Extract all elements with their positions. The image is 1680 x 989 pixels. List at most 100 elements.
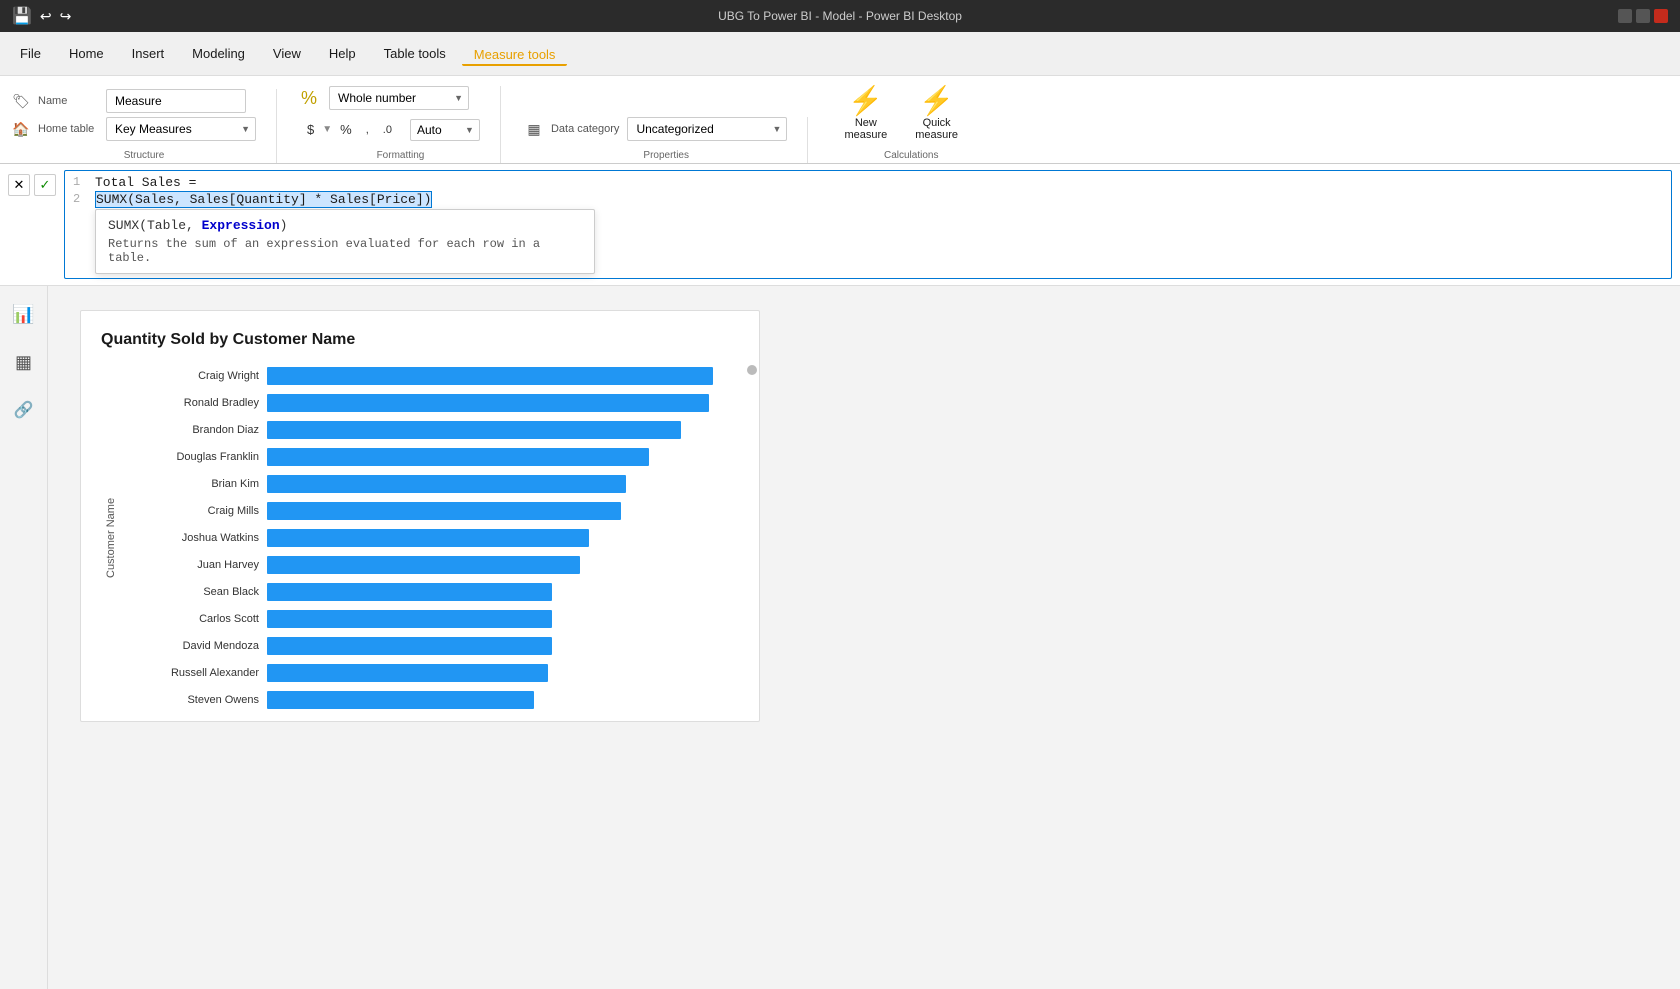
minimize-btn[interactable]	[1618, 9, 1632, 23]
redo-icon[interactable]: ↪	[60, 8, 72, 25]
bar-label: Ronald Bradley	[129, 397, 259, 409]
chart-container: Quantity Sold by Customer Name Customer …	[80, 310, 760, 722]
menu-home[interactable]: Home	[57, 40, 116, 67]
quick-measure-button[interactable]: ⚡ Quickmeasure	[903, 83, 970, 145]
data-category-icon: ▦	[525, 120, 543, 138]
menu-table-tools[interactable]: Table tools	[372, 40, 458, 67]
home-table-icon: 🏠	[12, 120, 30, 138]
bar-label: David Mendoza	[129, 640, 259, 652]
home-table-select-wrap: Key Measures	[106, 117, 256, 141]
bar-label: Douglas Franklin	[129, 451, 259, 463]
bar-track	[267, 583, 727, 601]
formula-highlighted-text: SUMX(Sales, Sales[Quantity] * Sales[Pric…	[95, 191, 432, 208]
structure-label: Structure	[12, 150, 276, 161]
dollar-dropdown[interactable]: ▼	[322, 124, 332, 135]
bar-track	[267, 448, 727, 466]
ribbon-group-properties: ▦ Data category Uncategorized Properties	[525, 117, 808, 163]
name-input[interactable]	[106, 89, 246, 113]
new-measure-icon: ⚡	[848, 87, 883, 115]
main-area: 📊 ▦ 🔗 Quantity Sold by Customer Name Cus…	[0, 286, 1680, 989]
autocomplete-desc: Returns the sum of an expression evaluat…	[108, 237, 582, 265]
bar-fill[interactable]	[267, 448, 649, 466]
data-category-label: Data category	[551, 123, 619, 135]
chart-bar-row: Russell Alexander	[129, 662, 727, 684]
left-panel: 📊 ▦ 🔗	[0, 286, 48, 989]
formula-confirm-btn[interactable]: ✓	[34, 174, 56, 196]
chart-bar-row: Brandon Diaz	[129, 419, 727, 441]
y-axis-label: Customer Name	[101, 365, 121, 711]
maximize-btn[interactable]	[1636, 9, 1650, 23]
chart-bar-row: Steven Owens	[129, 689, 727, 711]
bar-fill[interactable]	[267, 610, 552, 628]
bar-label: Brandon Diaz	[129, 424, 259, 436]
menu-modeling[interactable]: Modeling	[180, 40, 257, 67]
dollar-button[interactable]: $	[301, 118, 320, 141]
bar-fill[interactable]	[267, 637, 552, 655]
bar-fill[interactable]	[267, 583, 552, 601]
chart-bar-row: Craig Wright	[129, 365, 727, 387]
bar-fill[interactable]	[267, 556, 580, 574]
bar-track	[267, 394, 727, 412]
scrollbar-track	[727, 365, 739, 711]
quick-measure-icon: ⚡	[919, 87, 954, 115]
calculations-label: Calculations	[832, 150, 990, 161]
formula-editor[interactable]: 1 Total Sales = 2 SUMX(Sales, Sales[Quan…	[64, 170, 1672, 279]
save-icon[interactable]: 💾	[12, 6, 32, 26]
data-category-select[interactable]: Uncategorized	[627, 117, 787, 141]
left-panel-chart-icon[interactable]: 📊	[8, 298, 40, 330]
bar-track	[267, 475, 727, 493]
ribbon-group-formatting: % Whole number Decimal number Currency P…	[301, 86, 501, 163]
bar-fill[interactable]	[267, 394, 709, 412]
bar-fill[interactable]	[267, 475, 626, 493]
menu-file[interactable]: File	[8, 40, 53, 67]
formula-line-2: 2 SUMX(Sales, Sales[Quantity] * Sales[Pr…	[73, 192, 1663, 207]
undo-icon[interactable]: ↩	[40, 8, 52, 25]
close-btn[interactable]	[1654, 9, 1668, 23]
format-buttons: $ ▼ % , .0 Auto	[301, 118, 480, 141]
bar-fill[interactable]	[267, 502, 621, 520]
new-measure-label: Newmeasure	[844, 117, 887, 141]
format-icon: %	[301, 88, 317, 109]
chart-bar-row: Ronald Bradley	[129, 392, 727, 414]
formula-cancel-btn[interactable]: ✕	[8, 174, 30, 196]
bar-label: Craig Mills	[129, 505, 259, 517]
ribbon: 🏷 Name 🏠 Home table Key Measures Structu…	[0, 76, 1680, 164]
menu-measure-tools[interactable]: Measure tools	[462, 41, 568, 66]
comma-button[interactable]: ,	[360, 120, 375, 140]
menu-help[interactable]: Help	[317, 40, 368, 67]
bar-label: Sean Black	[129, 586, 259, 598]
format-select[interactable]: Whole number Decimal number Currency Per…	[329, 86, 469, 110]
auto-select[interactable]: Auto	[410, 119, 480, 141]
chart-bars: Craig Wright Ronald Bradley Brandon Diaz Do…	[129, 365, 727, 711]
ribbon-group-calculations: ⚡ Newmeasure ⚡ Quickmeasure Calculations	[832, 83, 990, 163]
menu-insert[interactable]: Insert	[120, 40, 177, 67]
bar-track	[267, 637, 727, 655]
new-measure-button[interactable]: ⚡ Newmeasure	[832, 83, 899, 145]
bar-fill[interactable]	[267, 367, 713, 385]
decimal-button[interactable]: .0	[377, 120, 398, 140]
bar-fill[interactable]	[267, 664, 548, 682]
bar-fill[interactable]	[267, 421, 681, 439]
bar-label: Carlos Scott	[129, 613, 259, 625]
chart-bar-row: Carlos Scott	[129, 608, 727, 630]
chart-title: Quantity Sold by Customer Name	[101, 331, 739, 349]
home-table-label: Home table	[38, 123, 98, 135]
line-num-2: 2	[73, 192, 87, 207]
canvas-area: Quantity Sold by Customer Name Customer …	[48, 286, 1680, 989]
bar-fill[interactable]	[267, 691, 534, 709]
bar-label: Brian Kim	[129, 478, 259, 490]
scrollbar-handle[interactable]	[747, 365, 757, 375]
bar-track	[267, 502, 727, 520]
chart-bar-row: Brian Kim	[129, 473, 727, 495]
bar-track	[267, 421, 727, 439]
bar-label: Craig Wright	[129, 370, 259, 382]
autocomplete-sig-bold: Expression	[202, 218, 280, 233]
home-table-select[interactable]: Key Measures	[106, 117, 256, 141]
percent-button[interactable]: %	[334, 118, 358, 141]
bar-label: Steven Owens	[129, 694, 259, 706]
menu-view[interactable]: View	[261, 40, 313, 67]
bar-fill[interactable]	[267, 529, 589, 547]
left-panel-model-icon[interactable]: 🔗	[8, 394, 40, 426]
left-panel-table-icon[interactable]: ▦	[8, 346, 40, 378]
bar-track	[267, 691, 727, 709]
